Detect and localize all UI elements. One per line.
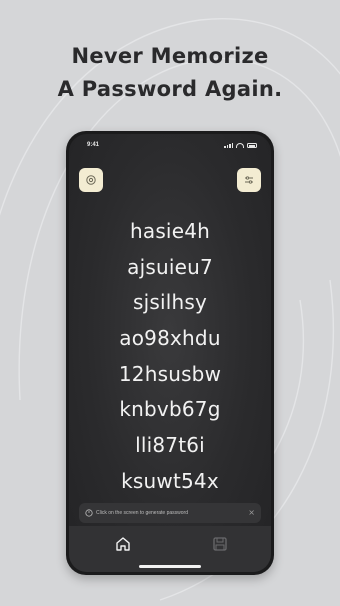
app-screen[interactable]: 9:41 hasie4h ajsuieu7 sjsilhsy ao98xhdu … (69, 134, 271, 572)
headline-line-1: Never Memorize (71, 44, 269, 68)
info-icon (85, 509, 93, 517)
hint-text: Click on the screen to generate password (96, 510, 188, 516)
password-item[interactable]: ajsuieu7 (127, 250, 213, 286)
signal-icon (224, 143, 233, 148)
status-icons (224, 143, 257, 148)
password-item[interactable]: lli87t6i (135, 428, 205, 464)
password-item[interactable]: sjsilhsy (133, 285, 207, 321)
status-time: 9:41 (87, 142, 100, 148)
password-item[interactable]: hasie4h (130, 214, 210, 250)
password-item[interactable]: ao98xhdu (119, 321, 220, 357)
sliders-icon (245, 176, 253, 184)
phone-mockup: 9:41 hasie4h ajsuieu7 sjsilhsy ao98xhdu … (66, 131, 274, 575)
tab-home[interactable] (114, 535, 132, 553)
headline-line-2: A Password Again. (57, 77, 283, 101)
save-icon (213, 537, 227, 551)
password-item[interactable]: 12hsusbw (119, 357, 221, 393)
home-icon (116, 537, 130, 551)
password-item[interactable]: ksuwt54x (121, 464, 219, 500)
headline: Never Memorize A Password Again. (0, 40, 340, 106)
battery-icon (247, 143, 257, 148)
password-list[interactable]: hasie4h ajsuieu7 sjsilhsy ao98xhdu 12hsu… (69, 214, 271, 500)
status-bar: 9:41 (69, 142, 271, 152)
password-item[interactable]: knbvb67g (119, 392, 220, 428)
options-button[interactable] (237, 168, 261, 192)
tab-saved[interactable] (211, 535, 229, 553)
close-icon[interactable]: × (248, 509, 255, 517)
settings-button[interactable] (79, 168, 103, 192)
gear-icon (86, 175, 96, 185)
wifi-icon (236, 143, 244, 148)
tab-bar (69, 526, 271, 572)
hint-banner: Click on the screen to generate password… (79, 503, 261, 523)
home-indicator (139, 565, 201, 568)
